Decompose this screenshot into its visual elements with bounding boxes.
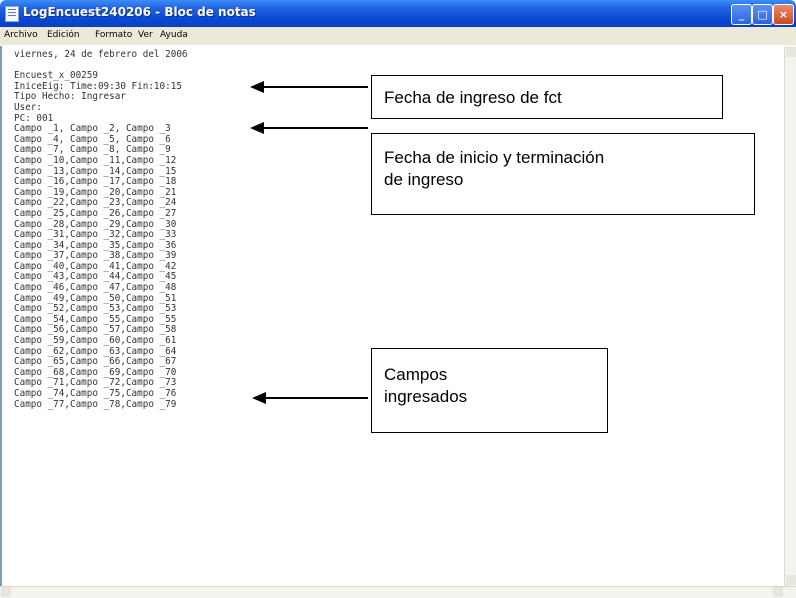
document-line: Campo _10,Campo _11,Campo _12: [14, 154, 177, 166]
document-line: Campo _74,Campo _75,Campo _76: [14, 388, 177, 399]
document-line: Campo _28,Campo _29,Campo _30: [14, 218, 177, 230]
maximize-button[interactable]: □: [752, 4, 773, 25]
document-line: Campo _16,Campo _17,Campo _18: [14, 176, 177, 188]
document-line: Campo _43,Campo _44,Campo _45: [14, 271, 177, 283]
document-line: Campo _49,Campo _50,Campo _51: [14, 292, 177, 304]
menu-ayuda[interactable]: Ayuda: [160, 30, 188, 40]
callout-campos-line2: ingresados: [384, 387, 468, 406]
document-line: Campo _65,Campo _66,Campo _67: [14, 356, 177, 368]
document-line: User:: [14, 101, 42, 113]
menu-ver[interactable]: Ver: [138, 30, 153, 40]
document-line: Campo _22,Campo _23,Campo _24: [14, 197, 177, 209]
document-text[interactable]: viernes, 24 de febrero del 2006 Encuest_…: [14, 49, 188, 410]
menu-archivo[interactable]: Archivo: [4, 30, 38, 40]
document-line: PC: 001: [14, 112, 54, 124]
document-line: Campo _40,Campo _41,Campo _42: [14, 260, 177, 272]
callout-fecha-ingreso-text: Fecha de ingreso de fct: [384, 88, 562, 107]
document-line: Campo _54,Campo _55,Campo _55: [14, 313, 177, 325]
document-line: Campo _59,Campo _60,Campo _61: [14, 335, 177, 347]
callout-campos-line1: Campos: [384, 365, 448, 384]
callout-fecha-inicio-line1: Fecha de inicio y terminación: [384, 148, 605, 167]
document-line: Campo _37,Campo _38,Campo _39: [14, 250, 177, 262]
document-line: Campo _7, Campo _8, Campo _9: [14, 144, 171, 156]
document-line: Campo _19,Campo _20,Campo _21: [14, 186, 177, 198]
document-line: Campo _52,Campo _53,Campo _53: [14, 303, 177, 315]
scroll-down-icon[interactable]: [786, 575, 796, 585]
document-line: Campo _31,Campo _32,Campo _33: [14, 229, 177, 241]
document-line: Campo _56,Campo _57,Campo _58: [14, 324, 177, 336]
document-line: Campo _68,Campo _69,Campo _70: [14, 366, 177, 378]
minimize-button[interactable]: _: [731, 4, 752, 25]
scroll-left-icon[interactable]: [1, 587, 11, 597]
document-line: Tipo Hecho: Ingresar: [14, 91, 126, 103]
vertical-scrollbar[interactable]: [784, 46, 796, 586]
document-line: Campo _13,Campo _14,Campo _15: [14, 165, 177, 177]
callout-fecha-inicio-line2: de ingreso: [384, 170, 464, 189]
menu-bar: Archivo Edición Formato Ver Ayuda: [0, 27, 796, 45]
window-title: LogEncuest240206 - Bloc de notas: [23, 5, 256, 19]
close-button[interactable]: ×: [773, 4, 794, 25]
text-editor-area[interactable]: viernes, 24 de febrero del 2006 Encuest_…: [0, 46, 786, 586]
scroll-up-icon[interactable]: [786, 47, 796, 57]
menu-formato[interactable]: Formato: [95, 30, 132, 40]
document-line: Campo _1, Campo _2, Campo _3: [14, 123, 171, 135]
scroll-right-icon[interactable]: [773, 587, 783, 597]
document-line: Campo _25,Campo _26,Campo _27: [14, 207, 177, 219]
title-bar[interactable]: LogEncuest240206 - Bloc de notas _ □ ×: [0, 0, 796, 27]
document-line: Campo _4, Campo _5, Campo _6: [14, 133, 171, 145]
document-line: Campo _71,Campo _72,Campo _73: [14, 377, 177, 389]
callout-campos: Campos ingresados: [371, 348, 608, 433]
document-line: Campo _77,Campo _78,Campo _79: [14, 398, 177, 410]
notepad-icon: [5, 6, 19, 22]
document-line: IniceEig: Time:09:30 Fin:10:15: [14, 80, 182, 92]
callout-fecha-inicio: Fecha de inicio y terminación de ingreso: [371, 133, 755, 215]
document-line: Encuest_x_00259: [14, 70, 98, 82]
document-line: Campo _46,Campo _47,Campo _48: [14, 282, 177, 294]
document-line: viernes, 24 de febrero del 2006: [14, 49, 188, 60]
document-line: Campo _62,Campo _63,Campo _64: [14, 345, 177, 357]
menu-edicion[interactable]: Edición: [47, 30, 80, 40]
callout-fecha-ingreso: Fecha de ingreso de fct: [371, 75, 723, 119]
horizontal-scrollbar[interactable]: [0, 586, 796, 598]
document-line: Campo _34,Campo _35,Campo _36: [14, 239, 177, 251]
